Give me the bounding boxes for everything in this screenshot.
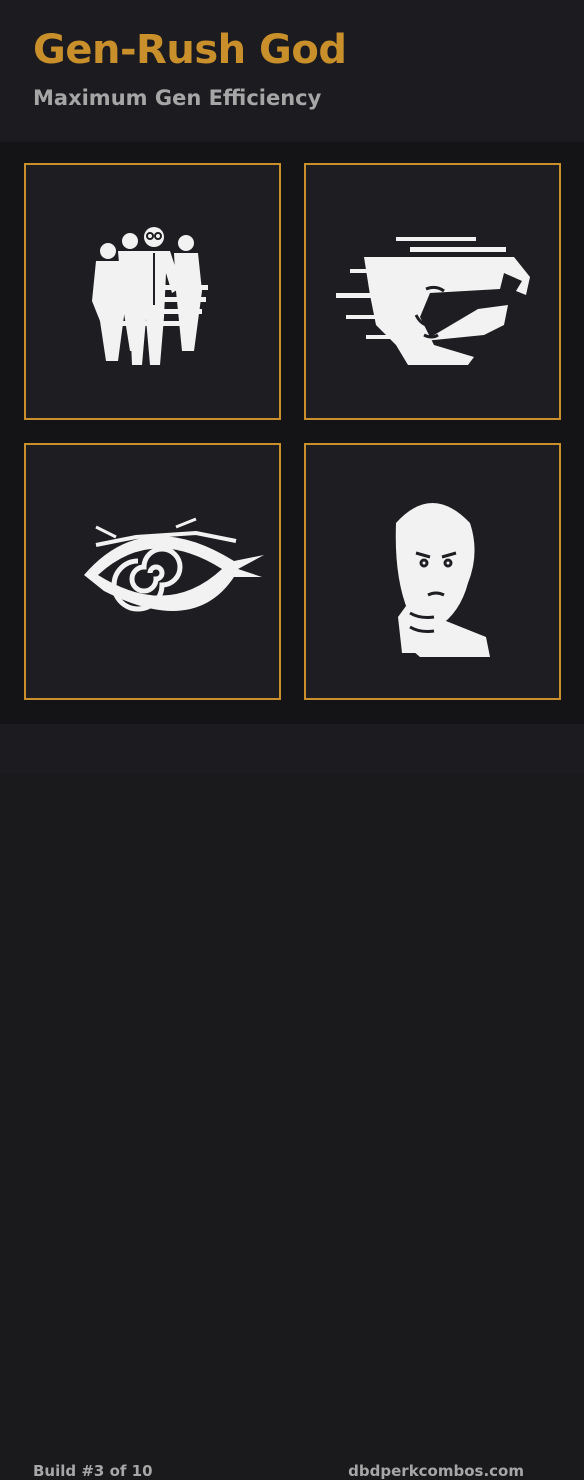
worried-woman-icon: [395, 503, 490, 657]
build-counter: Build #3 of 10: [33, 1462, 153, 1480]
perk-card-3[interactable]: [24, 443, 281, 700]
header: Gen-Rush God Maximum Gen Efficiency: [0, 0, 584, 142]
team-survivors-icon: [92, 227, 208, 365]
page-title: Gen-Rush God: [33, 27, 347, 73]
hair-face-icon: [336, 237, 530, 365]
site-link[interactable]: dbdperkcombos.com: [348, 1462, 524, 1480]
perk-card-2[interactable]: [304, 163, 561, 420]
perk-card-4[interactable]: [304, 443, 561, 700]
page-subtitle: Maximum Gen Efficiency: [33, 86, 322, 110]
spiral-eye-icon: [84, 517, 264, 612]
perk-card-1[interactable]: [24, 163, 281, 420]
footer: Build #3 of 10 dbdperkcombos.com: [0, 724, 584, 1480]
